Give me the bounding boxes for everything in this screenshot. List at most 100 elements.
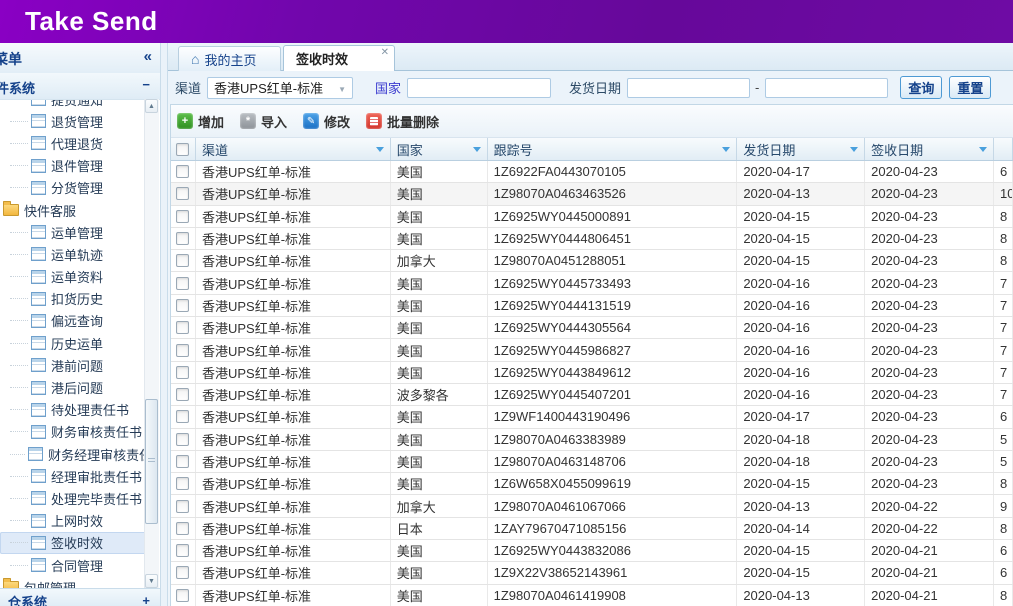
row-checkbox[interactable] (176, 544, 189, 557)
row-checkbox[interactable] (176, 165, 189, 178)
filter-arrow-icon[interactable] (979, 147, 987, 152)
row-checkbox[interactable] (176, 433, 189, 446)
sidebar-item-entry[interactable]: 运单管理 (0, 221, 146, 243)
filter-arrow-icon[interactable] (376, 147, 384, 152)
cell-tracking_no: 1Z98070A0463463526 (488, 183, 738, 204)
column-header-2[interactable]: 国家 (391, 138, 488, 160)
sidebar-section-warehouse-system[interactable]: 仓系统 + (0, 588, 160, 606)
table-row[interactable]: 香港UPS红单-标准美国1Z6925WY04443055642020-04-16… (171, 317, 1013, 339)
sidebar-item-entry[interactable]: 上网时效 (0, 510, 146, 532)
sidebar-scrollbar[interactable]: ▲ ▼ (144, 99, 159, 588)
panel-splitter[interactable] (160, 43, 168, 606)
row-checkbox[interactable] (176, 321, 189, 334)
tab-sign-timeliness[interactable]: 签收时效 ✕ (283, 45, 395, 71)
sidebar-item-entry[interactable]: 历史运单 (0, 332, 146, 354)
sidebar-item-entry[interactable]: 运单资料 (0, 266, 146, 288)
row-checkbox[interactable] (176, 232, 189, 245)
row-checkbox[interactable] (176, 344, 189, 357)
sidebar-item-entry[interactable]: 扣货历史 (0, 288, 146, 310)
cell-days: 9 (994, 495, 1013, 516)
cell-country: 美国 (391, 272, 488, 293)
filter-arrow-icon[interactable] (722, 147, 730, 152)
sidebar-item-entry[interactable]: 经理审批责任书 (0, 465, 146, 487)
country-input[interactable] (407, 78, 551, 98)
add-button[interactable]: + 增加 (177, 112, 224, 131)
row-checkbox[interactable] (176, 455, 189, 468)
sidebar-item-entry[interactable]: 退件管理 (0, 155, 146, 177)
table-row[interactable]: 香港UPS红单-标准美国1Z6W658X04550996192020-04-15… (171, 473, 1013, 495)
filter-arrow-icon[interactable] (473, 147, 481, 152)
column-header-4[interactable]: 发货日期 (737, 138, 865, 160)
sidebar-item-entry[interactable]: 偏远查询 (0, 310, 146, 332)
sidebar-item-entry[interactable]: 运单轨迹 (0, 243, 146, 265)
batch-delete-button[interactable]: 批量删除 (366, 112, 439, 131)
table-row[interactable]: 香港UPS红单-标准美国1Z6925WY04459868272020-04-16… (171, 339, 1013, 361)
table-row[interactable]: 香港UPS红单-标准美国1Z6925WY04438496122020-04-16… (171, 362, 1013, 384)
row-checkbox[interactable] (176, 210, 189, 223)
table-row[interactable]: 香港UPS红单-标准美国1Z6925WY04457334932020-04-16… (171, 272, 1013, 294)
row-checkbox[interactable] (176, 299, 189, 312)
table-icon (31, 403, 46, 417)
row-checkbox[interactable] (176, 477, 189, 490)
row-checkbox[interactable] (176, 589, 189, 602)
table-row[interactable]: 香港UPS红单-标准波多黎各1Z6925WY04454072012020-04-… (171, 384, 1013, 406)
row-checkbox[interactable] (176, 388, 189, 401)
table-row[interactable]: 香港UPS红单-标准美国1Z6925WY04448064512020-04-15… (171, 228, 1013, 250)
filter-arrow-icon[interactable] (850, 147, 858, 152)
table-row[interactable]: 香港UPS红单-标准美国1Z98070A04633839892020-04-18… (171, 429, 1013, 451)
column-header-3[interactable]: 跟踪号 (488, 138, 738, 160)
column-header-1[interactable]: 渠道 (196, 138, 391, 160)
row-checkbox[interactable] (176, 366, 189, 379)
sidebar-item-entry[interactable]: 港后问题 (0, 376, 146, 398)
table-row[interactable]: 香港UPS红单-标准美国1Z6925WY04441315192020-04-16… (171, 295, 1013, 317)
table-row[interactable]: 香港UPS红单-标准美国1Z6925WY04438320862020-04-15… (171, 540, 1013, 562)
search-button[interactable]: 查询 (900, 76, 942, 99)
sidebar-item-entry[interactable]: 财务审核责任书 (0, 421, 146, 443)
ship-date-to-input[interactable] (765, 78, 888, 98)
sidebar-item-entry[interactable]: 快件客服 (0, 199, 146, 221)
sidebar-item-entry[interactable]: 财务经理审核责任书 (0, 443, 146, 465)
sidebar-item-entry[interactable]: 待处理责任书 (0, 399, 146, 421)
sidebar-item-entry[interactable]: 合同管理 (0, 554, 146, 576)
table-row[interactable]: 香港UPS红单-标准美国1Z98070A04614199082020-04-13… (171, 585, 1013, 606)
scrollbar-thumb[interactable] (145, 399, 158, 524)
ship-date-from-input[interactable] (627, 78, 750, 98)
channel-select[interactable]: 香港UPS红单-标准 ▼ (207, 77, 353, 99)
sidebar-item-entry[interactable]: 港前问题 (0, 354, 146, 376)
sidebar-item-selected[interactable]: 签收时效 (0, 532, 150, 554)
column-header-5[interactable]: 签收日期 (865, 138, 994, 160)
table-row[interactable]: 香港UPS红单-标准美国1Z9WF14004431904962020-04-17… (171, 406, 1013, 428)
table-row[interactable]: 香港UPS红单-标准美国1Z6925WY04450008912020-04-15… (171, 206, 1013, 228)
sidebar-item-entry[interactable]: 处理完毕责任书 (0, 487, 146, 509)
table-row[interactable]: 香港UPS红单-标准美国1Z6922FA04430701052020-04-17… (171, 161, 1013, 183)
import-button[interactable]: * 导入 (240, 112, 287, 131)
close-tab-icon[interactable]: ✕ (381, 47, 389, 58)
row-checkbox[interactable] (176, 410, 189, 423)
row-checkbox[interactable] (176, 254, 189, 267)
row-checkbox[interactable] (176, 566, 189, 579)
column-header-6[interactable] (994, 138, 1013, 160)
table-row[interactable]: 香港UPS红单-标准加拿大1Z98070A04610670662020-04-1… (171, 495, 1013, 517)
row-checkbox[interactable] (176, 277, 189, 290)
table-row[interactable]: 香港UPS红单-标准美国1Z9X22V386521439612020-04-15… (171, 562, 1013, 584)
sidebar-item-entry[interactable]: 分货管理 (0, 177, 146, 199)
reset-button[interactable]: 重置 (949, 76, 991, 99)
expand-section-icon[interactable]: + (142, 593, 150, 606)
scroll-up-icon[interactable]: ▲ (145, 99, 158, 113)
select-all-checkbox[interactable] (176, 143, 189, 156)
scroll-down-icon[interactable]: ▼ (145, 574, 158, 588)
table-row[interactable]: 香港UPS红单-标准加拿大1Z98070A04512880512020-04-1… (171, 250, 1013, 272)
sidebar-section-express-system[interactable]: 件系统 − (0, 73, 160, 100)
row-checkbox[interactable] (176, 187, 189, 200)
collapse-section-icon[interactable]: − (142, 77, 150, 92)
sidebar-item-entry[interactable]: 退货管理 (0, 110, 146, 132)
table-row[interactable]: 香港UPS红单-标准美国1Z98070A04631487062020-04-18… (171, 451, 1013, 473)
tab-my-homepage[interactable]: ⌂ 我的主页 (178, 46, 281, 71)
row-checkbox[interactable] (176, 500, 189, 513)
collapse-sidebar-icon[interactable]: « (144, 48, 152, 65)
row-checkbox[interactable] (176, 522, 189, 535)
table-row[interactable]: 香港UPS红单-标准美国1Z98070A04634635262020-04-13… (171, 183, 1013, 205)
table-row[interactable]: 香港UPS红单-标准日本1ZAY796704710851562020-04-14… (171, 518, 1013, 540)
sidebar-item-entry[interactable]: 代理退货 (0, 132, 146, 154)
edit-button[interactable]: ✎ 修改 (303, 112, 350, 131)
